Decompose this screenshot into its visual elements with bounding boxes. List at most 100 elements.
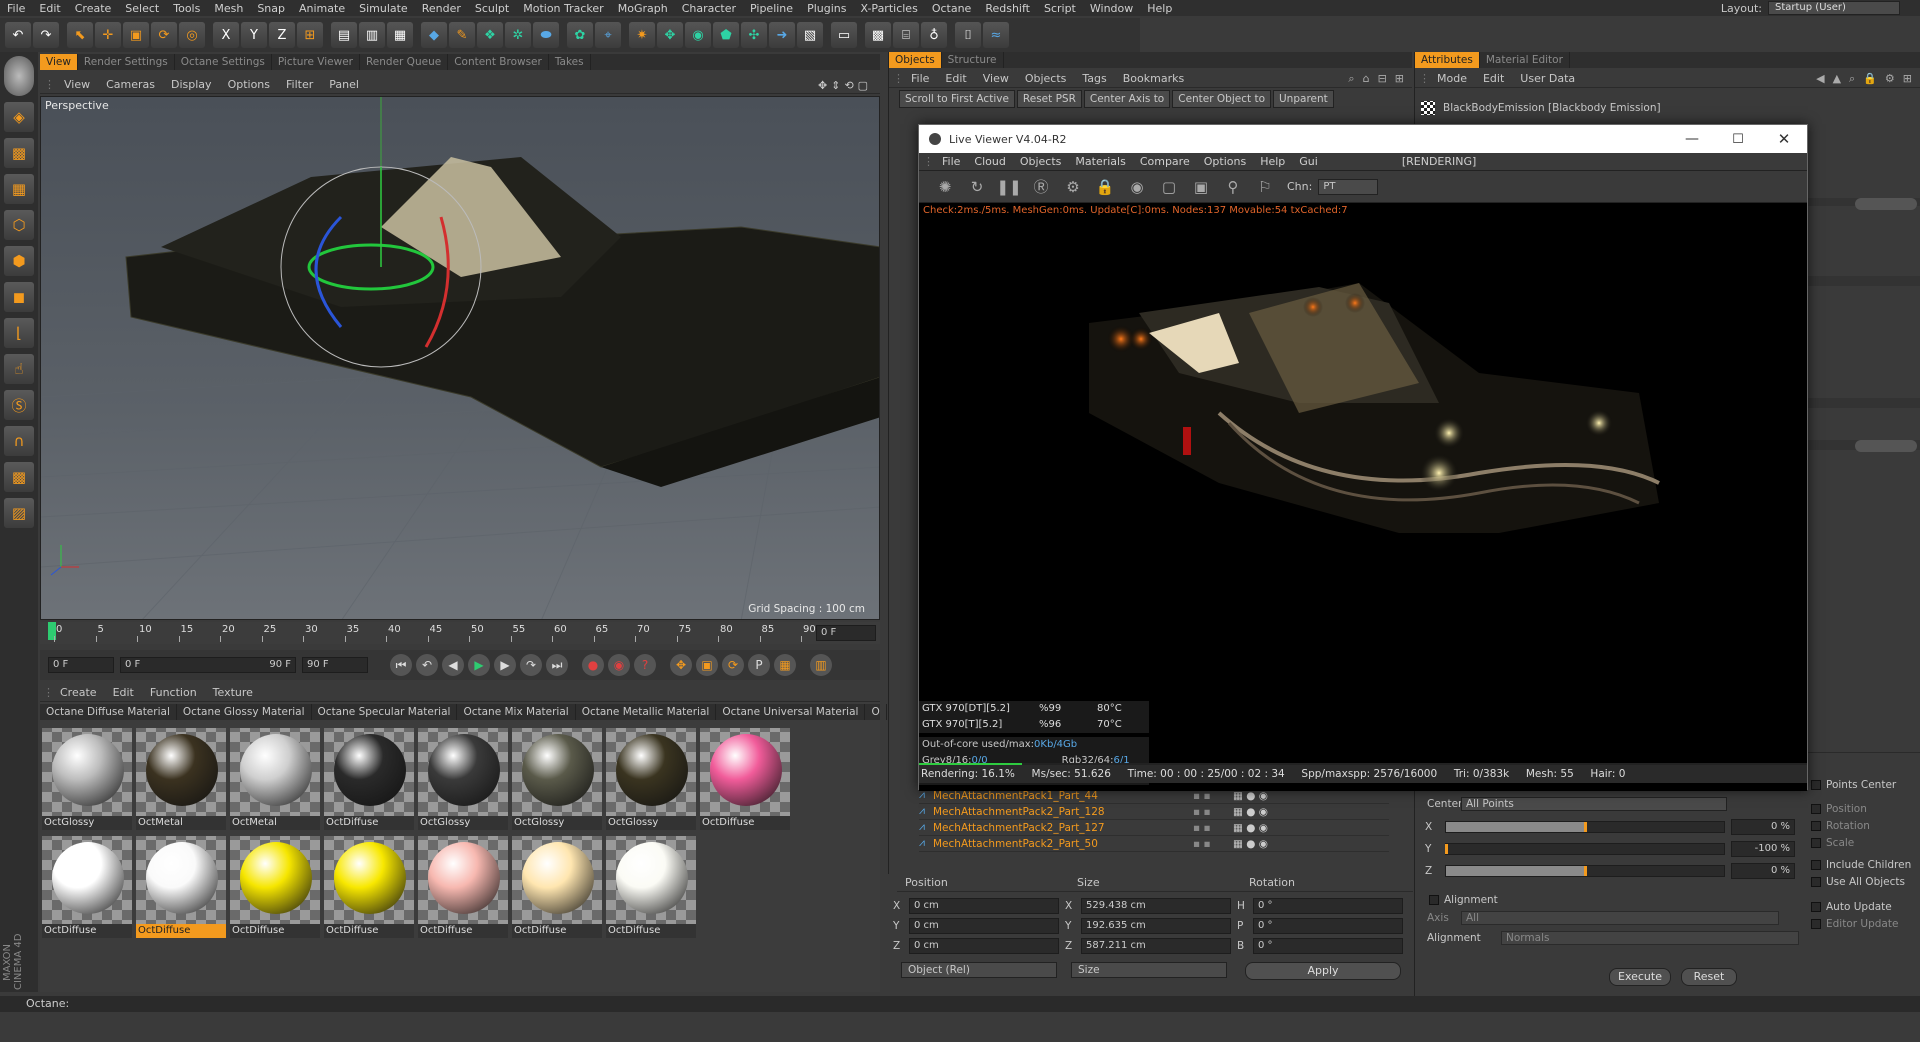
attr-dots-button[interactable] [1855, 440, 1917, 452]
lv-menu-compare[interactable]: Compare [1133, 155, 1197, 168]
go-to-start-icon[interactable]: ⏮ [390, 654, 412, 676]
objects-menu-edit[interactable]: Edit [937, 72, 974, 85]
maximize-view-icon[interactable]: ▢ [858, 79, 868, 92]
new-view-icon[interactable]: ⊞ [1903, 72, 1912, 86]
film-region-icon[interactable]: ▣ [1188, 174, 1214, 200]
rotate-view-icon[interactable]: ⟲ [844, 79, 853, 92]
record-keys-icon[interactable]: ● [582, 654, 604, 676]
menu-item-script[interactable]: Script [1037, 2, 1083, 15]
lv-menu-options[interactable]: Options [1197, 155, 1253, 168]
maximize-icon[interactable]: ☐ [1715, 132, 1761, 147]
objects-toolbar-button[interactable]: Center Object to [1172, 90, 1271, 108]
menu-item-simulate[interactable]: Simulate [352, 2, 415, 15]
python-icon[interactable]: ≈ [983, 22, 1009, 48]
rotate-icon[interactable]: ⟳ [151, 22, 177, 48]
attr-dots-button[interactable] [1855, 198, 1917, 210]
objects-toolbar-button[interactable]: Scroll to First Active [899, 90, 1015, 108]
minimize-icon[interactable]: — [1669, 131, 1715, 147]
attr-check-row[interactable]: Scale [1811, 835, 1854, 851]
material-tab[interactable]: Octane Mix Material [457, 704, 576, 720]
scale-icon[interactable]: ▣ [123, 22, 149, 48]
coord-field[interactable]: 529.438 cm [1081, 898, 1231, 914]
menu-item-animate[interactable]: Animate [292, 2, 352, 15]
pick-material-icon[interactable]: ⚐ [1252, 174, 1278, 200]
pick-focus-icon[interactable]: ⚲ [1220, 174, 1246, 200]
objects-toolbar-button[interactable]: Center Axis to [1083, 90, 1171, 108]
center-dropdown[interactable]: All Points [1461, 797, 1727, 811]
key-pla-icon[interactable]: ▦ [774, 654, 796, 676]
lv-menu-cloud[interactable]: Cloud [967, 155, 1012, 168]
solo-icon[interactable]: Ⓢ [4, 390, 34, 420]
menu-item-x-particles[interactable]: X-Particles [853, 2, 924, 15]
attr-check-row[interactable]: Rotation [1811, 818, 1870, 834]
attr-check-row[interactable]: Auto Update [1811, 899, 1892, 915]
object-row[interactable]: ⩘ MechAttachmentPack2_Part_128 ▪ ▪ ▦ ● ◉ [919, 804, 1389, 820]
menu-item-character[interactable]: Character [675, 2, 743, 15]
material-tab[interactable]: Octane Diffuse Material [40, 704, 177, 720]
coord-field[interactable]: 0 ° [1253, 898, 1403, 914]
menu-item-mograph[interactable]: MoGraph [611, 2, 675, 15]
scene-icon[interactable]: ✿ [567, 22, 593, 48]
material-swatch[interactable]: OctGlossy [606, 728, 696, 832]
tag-icons[interactable]: ▦ ● ◉ [1233, 806, 1268, 818]
z-axis-icon[interactable]: Z [269, 22, 295, 48]
menu-item-mesh[interactable]: Mesh [207, 2, 250, 15]
attr-tab-material-editor[interactable]: Material Editor [1480, 52, 1570, 68]
object-name[interactable]: MechAttachmentPack1_Part_44 [933, 790, 1193, 802]
render-canvas[interactable]: Check:2ms./5ms. MeshGen:0ms. Update[C]:0… [919, 203, 1807, 791]
visibility-icon[interactable]: ▪ ▪ [1193, 806, 1233, 818]
edit-render-settings-icon[interactable]: ▦ [387, 22, 413, 48]
workplane-icon[interactable]: ▦ [4, 174, 34, 204]
material-swatch[interactable]: OctDiffuse [700, 728, 790, 832]
object-name[interactable]: MechAttachmentPack2_Part_128 [933, 806, 1193, 818]
octane-tool-6-icon[interactable]: ▧ [797, 22, 823, 48]
move-view-icon[interactable]: ✥ [818, 79, 827, 92]
search-icon[interactable]: ⌕ [1849, 72, 1855, 86]
objects-menu-view[interactable]: View [975, 72, 1017, 85]
reset-button[interactable]: Reset [1681, 968, 1737, 986]
lock-icon[interactable]: 🔒 [1092, 174, 1118, 200]
y-axis-icon[interactable]: Y [241, 22, 267, 48]
alignment-checkbox[interactable] [1429, 895, 1439, 905]
checkbox[interactable] [1811, 780, 1821, 790]
attr-check-row[interactable]: Points Center [1811, 777, 1896, 793]
material-ball-icon[interactable]: ◉ [1124, 174, 1150, 200]
visibility-icon[interactable]: ▪ ▪ [1193, 838, 1233, 850]
octane-tool-3-icon[interactable]: ⬟ [713, 22, 739, 48]
maximize-icon[interactable]: ⊞ [1395, 72, 1404, 86]
perspective-viewport[interactable]: Perspective Grid Spacing : 100 cm [40, 96, 880, 620]
objects-tab-objects[interactable]: Objects [889, 52, 942, 68]
layout-dropdown[interactable]: Startup (User) [1768, 1, 1900, 15]
viewport-menu-filter[interactable]: Filter [278, 78, 321, 91]
menu-item-window[interactable]: Window [1083, 2, 1140, 15]
model-mode-icon[interactable]: ◈ [4, 102, 34, 132]
material-swatch[interactable]: OctDiffuse [42, 836, 132, 940]
tag-icons[interactable]: ▦ ● ◉ [1233, 790, 1268, 802]
material-menu-texture[interactable]: Texture [205, 686, 261, 699]
layout-selector[interactable]: Layout: Startup (User) [1721, 0, 1900, 16]
viewport-tab-render-queue[interactable]: Render Queue [360, 54, 449, 70]
tag-icons[interactable]: ▦ ● ◉ [1233, 822, 1268, 834]
tweak-mode-icon[interactable]: ☝ [4, 354, 34, 384]
render-picture-viewer-icon[interactable]: ▥ [359, 22, 385, 48]
axis-mode-icon[interactable]: ⌊ [4, 318, 34, 348]
prev-key-icon[interactable]: ↶ [416, 654, 438, 676]
checkbox[interactable] [1811, 838, 1821, 848]
next-frame-icon[interactable]: ▶ [494, 654, 516, 676]
objects-menu-tags[interactable]: Tags [1074, 72, 1114, 85]
apply-button[interactable]: Apply [1245, 962, 1401, 980]
material-tab[interactable]: Octane Metallic Material [576, 704, 717, 720]
objects-toolbar-button[interactable]: Reset PSR [1016, 90, 1082, 108]
alignment-checkbox-row[interactable]: Alignment [1429, 892, 1498, 908]
key-scale-icon[interactable]: ▣ [696, 654, 718, 676]
menu-item-plugins[interactable]: Plugins [800, 2, 853, 15]
object-row[interactable]: ⩘ MechAttachmentPack2_Part_127 ▪ ▪ ▦ ● ◉ [919, 820, 1389, 836]
attr-menu-mode[interactable]: Mode [1429, 72, 1475, 85]
checkbox[interactable] [1811, 860, 1821, 870]
attr-check-row[interactable]: Position [1811, 801, 1867, 817]
play-icon[interactable]: ▶ [468, 654, 490, 676]
menu-item-edit[interactable]: Edit [32, 2, 67, 15]
material-tab[interactable]: O [865, 704, 887, 720]
checkbox[interactable] [1811, 919, 1821, 929]
material-menu-function[interactable]: Function [142, 686, 205, 699]
